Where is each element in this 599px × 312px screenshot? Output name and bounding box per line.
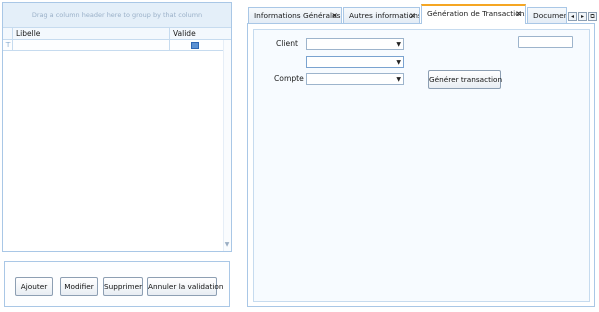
- tab-content: Client ▼ ▼ Compte ▼ Générer transaction: [247, 23, 595, 307]
- filter-libelle-cell[interactable]: [12, 40, 169, 51]
- tab-autres-informations[interactable]: Autres informations ×: [343, 7, 420, 24]
- filter-icon[interactable]: ⊤: [4, 40, 12, 51]
- tab-label: Génération de Transactions: [427, 9, 526, 18]
- grid-header: Libelle Valide: [3, 28, 231, 40]
- action-button-panel: Ajouter Modifier Supprimer Annuler la va…: [4, 261, 230, 307]
- scroll-down-icon[interactable]: ▼: [224, 241, 230, 249]
- compte-combobox[interactable]: ▼: [306, 73, 404, 85]
- group-panel[interactable]: Drag a column header here to group by th…: [3, 3, 231, 28]
- close-icon[interactable]: ×: [331, 8, 338, 24]
- filter-valide-checkbox[interactable]: [191, 42, 199, 49]
- secondary-combobox[interactable]: ▼: [306, 56, 404, 68]
- client-combobox[interactable]: ▼: [306, 38, 404, 50]
- tab-informations-generales[interactable]: Informations Générales ×: [248, 7, 342, 24]
- tab-scroll-right-icon[interactable]: ▸: [578, 12, 587, 21]
- close-icon[interactable]: ×: [409, 8, 416, 24]
- tab-strip: Informations Générales × Autres informat…: [248, 4, 598, 24]
- chevron-down-icon[interactable]: ▼: [396, 57, 401, 68]
- close-icon[interactable]: ×: [515, 6, 522, 22]
- tab-label: Documen: [533, 11, 567, 20]
- data-grid: Drag a column header here to group by th…: [2, 2, 232, 252]
- chevron-down-icon[interactable]: ▼: [396, 74, 401, 85]
- generer-transaction-button[interactable]: Générer transaction: [428, 70, 502, 89]
- transaction-form-panel: Client ▼ ▼ Compte ▼ Générer transaction: [253, 29, 590, 302]
- chevron-down-icon[interactable]: ▼: [396, 39, 401, 50]
- tab-scroll-left-icon[interactable]: ◂: [568, 12, 577, 21]
- tab-generation-transactions[interactable]: Génération de Transactions ×: [421, 4, 526, 24]
- tab-label: Informations Générales: [254, 11, 341, 20]
- text-field[interactable]: [518, 36, 573, 48]
- tab-documents[interactable]: Documen: [527, 7, 567, 24]
- vertical-scrollbar[interactable]: [223, 40, 231, 251]
- column-header-valide[interactable]: Valide: [169, 28, 223, 40]
- supprimer-button[interactable]: Supprimer: [103, 277, 143, 296]
- tab-list-icon[interactable]: ⧉: [588, 12, 597, 21]
- column-header-libelle[interactable]: Libelle: [12, 28, 169, 40]
- annuler-validation-button[interactable]: Annuler la validation: [147, 277, 223, 296]
- compte-label: Compte: [274, 74, 304, 83]
- filter-row: ⊤: [3, 40, 231, 51]
- ajouter-button[interactable]: Ajouter: [15, 277, 53, 296]
- client-label: Client: [276, 39, 298, 48]
- modifier-button[interactable]: Modifier: [60, 277, 98, 296]
